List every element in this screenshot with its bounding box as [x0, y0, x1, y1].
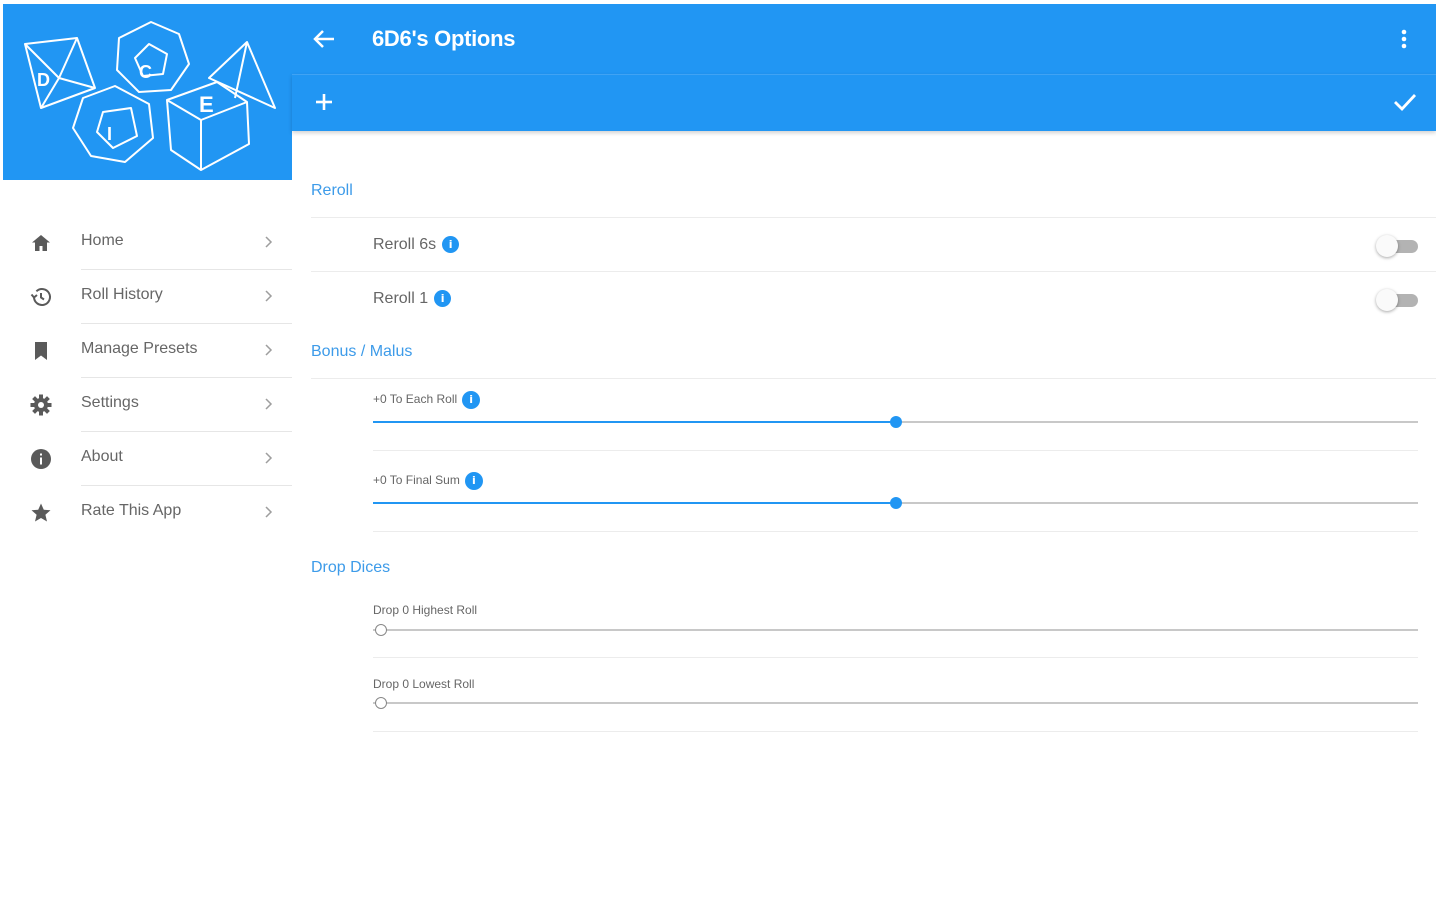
section-title-drop-dices: Drop Dices [311, 559, 391, 576]
sidebar-item-home[interactable]: Home [0, 216, 292, 270]
sidebar-item-label: Manage Presets [81, 340, 198, 357]
sidebar-item-settings[interactable]: Settings [0, 378, 292, 432]
divider [373, 657, 1418, 658]
info-icon[interactable]: i [462, 391, 481, 409]
divider [373, 450, 1418, 451]
svg-text:C: C [139, 62, 152, 82]
arrow-left-icon[interactable] [312, 28, 336, 50]
check-icon[interactable] [1392, 91, 1418, 113]
svg-text:E: E [199, 92, 214, 117]
svg-text:D: D [37, 70, 50, 90]
reroll-1-toggle[interactable] [1376, 288, 1420, 312]
section-title-bonus-malus: Bonus / Malus [311, 343, 413, 360]
star-icon [31, 503, 51, 522]
gear-icon [30, 394, 52, 416]
info-icon[interactable]: i [464, 472, 483, 490]
drop-highest-label: Drop 0 Highest Roll [373, 603, 478, 617]
slider-label: +0 To Each Roll [373, 392, 458, 407]
drop-lowest-slider[interactable] [373, 693, 1418, 713]
option-label: Reroll 6s [373, 236, 437, 253]
drop-lowest-label: Drop 0 Lowest Roll [373, 677, 475, 691]
reroll-6s-label: Reroll 6s i [373, 236, 460, 254]
chevron-right-icon [265, 236, 273, 248]
divider [373, 531, 1418, 532]
divider [373, 731, 1418, 732]
navigation-drawer: D C I E Home Roll History Manage Presets [0, 0, 292, 900]
option-label: Reroll 1 [373, 290, 429, 307]
more-vert-icon[interactable] [1398, 28, 1410, 50]
each-roll-label: +0 To Each Roll i [373, 391, 481, 409]
chevron-right-icon [265, 290, 273, 302]
divider [311, 271, 1436, 272]
divider [311, 217, 1436, 218]
each-roll-slider[interactable] [373, 412, 1418, 432]
info-icon[interactable]: i [442, 236, 460, 254]
sidebar-item-manage-presets[interactable]: Manage Presets [0, 324, 292, 378]
bookmark-icon [35, 342, 47, 360]
section-title-reroll: Reroll [311, 182, 353, 199]
dice-logo: D C I E [24, 21, 276, 171]
final-sum-slider[interactable] [373, 493, 1418, 513]
final-sum-label: +0 To Final Sum i [373, 472, 483, 490]
drop-highest-slider[interactable] [373, 620, 1418, 640]
reroll-6s-toggle[interactable] [1376, 234, 1420, 258]
sidebar-item-about[interactable]: About [0, 432, 292, 486]
sidebar-item-label: Roll History [81, 286, 163, 303]
sidebar-item-label: Rate This App [81, 502, 182, 519]
sidebar-item-label: Home [81, 232, 124, 249]
info-icon[interactable]: i [434, 290, 452, 308]
info-icon [31, 449, 51, 469]
svg-text:I: I [107, 124, 112, 144]
action-bar [292, 74, 1436, 131]
reroll-1-label: Reroll 1 i [373, 290, 452, 308]
chevron-right-icon [265, 506, 273, 518]
page-title: 6D6's Options [372, 26, 516, 51]
home-icon [32, 235, 50, 251]
sidebar-item-rate-this-app[interactable]: Rate This App [0, 486, 292, 540]
divider [311, 378, 1436, 379]
sidebar-item-label: Settings [81, 394, 139, 411]
slider-label: +0 To Final Sum [373, 473, 460, 488]
history-icon [30, 288, 51, 306]
plus-icon[interactable] [314, 92, 334, 112]
chevron-right-icon [265, 344, 273, 356]
drawer-header: D C I E [3, 4, 292, 180]
chevron-right-icon [265, 398, 273, 410]
sidebar-item-label: About [81, 448, 123, 465]
chevron-right-icon [265, 452, 273, 464]
app-bar: 6D6's Options [292, 4, 1436, 74]
sidebar-item-roll-history[interactable]: Roll History [0, 270, 292, 324]
